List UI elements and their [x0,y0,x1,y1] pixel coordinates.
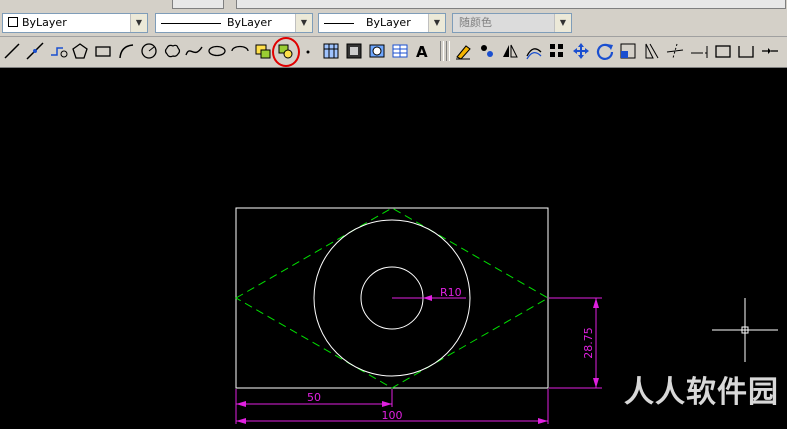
multiline-text-icon[interactable]: A [411,40,433,62]
rectangle-icon[interactable] [92,40,114,62]
ellipse-arc-icon[interactable] [229,40,251,62]
toolbar-separator [446,41,450,61]
revision-cloud-icon[interactable] [161,40,183,62]
half-width-label: 50 [307,391,321,404]
table-icon[interactable] [389,40,411,62]
chevron-down-icon[interactable]: ▼ [428,14,445,32]
point-icon[interactable] [297,40,319,62]
join-icon[interactable] [735,40,757,62]
plotstyle-control: 随颜色 ▼ [452,13,572,33]
annotation-circle [272,37,300,67]
linetype-value: ByLayer [227,16,272,29]
move-icon[interactable] [570,40,592,62]
line-icon[interactable] [1,40,23,62]
height-label: 28.75 [582,327,595,359]
mirror-icon[interactable] [499,40,521,62]
trim-icon[interactable] [664,40,686,62]
layer-dropdown-fragment[interactable] [236,0,786,9]
chevron-down-icon: ▼ [554,14,571,32]
stretch-icon[interactable] [641,40,663,62]
polygon-icon[interactable] [69,40,91,62]
copy-icon[interactable] [476,40,498,62]
lineweight-value: ByLayer [366,16,411,29]
svg-text:A: A [416,43,428,61]
arc-icon[interactable] [115,40,137,62]
toolbar-separator [440,41,444,61]
break-icon[interactable] [712,40,734,62]
radius-arrowhead [423,295,432,301]
ellipse-icon[interactable] [206,40,228,62]
draw-modify-toolbar: A [0,37,787,68]
extend-icon[interactable] [688,40,710,62]
chevron-down-icon[interactable]: ▼ [295,14,312,32]
circle-icon[interactable] [138,40,160,62]
linetype-control[interactable]: ByLayer ▼ [155,13,313,33]
color-swatch [8,17,18,27]
color-value: ByLayer [22,16,67,29]
chamfer-icon[interactable] [759,40,781,62]
total-width-label: 100 [382,409,403,422]
gradient-icon[interactable] [343,40,365,62]
array-icon[interactable] [546,40,568,62]
polyline-icon[interactable] [47,40,69,62]
color-control[interactable]: ByLayer ▼ [2,13,148,33]
radius-label: R10 [440,286,462,299]
linetype-sample [161,22,221,24]
plotstyle-value: 随颜色 [459,16,492,29]
drawing-canvas[interactable]: R10 28.75 50 100 人人软件园 [0,68,787,429]
construction-line-icon[interactable] [24,40,46,62]
layer-control-fragment[interactable] [172,0,224,9]
properties-bar: ByLayer ▼ ByLayer ▼ ByLayer ▼ 随颜色 ▼ [0,9,787,37]
lineweight-sample [324,22,354,24]
hatch-icon[interactable] [320,40,342,62]
top-toolbar-strip [0,0,787,9]
scale-icon[interactable] [617,40,639,62]
crosshair-cursor [712,298,778,362]
region-icon[interactable] [366,40,388,62]
spline-icon[interactable] [183,40,205,62]
chevron-down-icon[interactable]: ▼ [130,14,147,32]
erase-icon[interactable] [452,40,474,62]
lineweight-control[interactable]: ByLayer ▼ [318,13,446,33]
rotate-icon[interactable] [594,40,616,62]
watermark-text: 人人软件园 [624,375,779,410]
offset-icon[interactable] [523,40,545,62]
insert-block-icon[interactable] [252,40,274,62]
